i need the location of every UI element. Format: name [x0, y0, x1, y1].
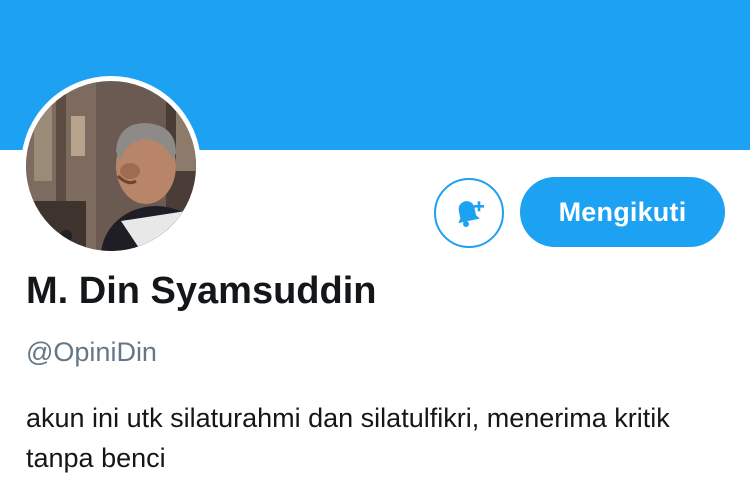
bell-plus-icon [458, 201, 484, 227]
notifications-button[interactable] [434, 178, 504, 248]
following-button[interactable]: Mengikuti [520, 177, 725, 247]
avatar-photo [26, 81, 196, 251]
profile-bio: akun ini utk silaturahmi dan silatulfikr… [26, 403, 670, 473]
username-handle: @OpiniDin [26, 337, 157, 367]
display-name: M. Din Syamsuddin [26, 270, 377, 312]
profile-page: Mengikuti M. Din Syamsuddin @OpiniDin ak… [0, 0, 750, 500]
profile-avatar[interactable] [21, 76, 201, 256]
